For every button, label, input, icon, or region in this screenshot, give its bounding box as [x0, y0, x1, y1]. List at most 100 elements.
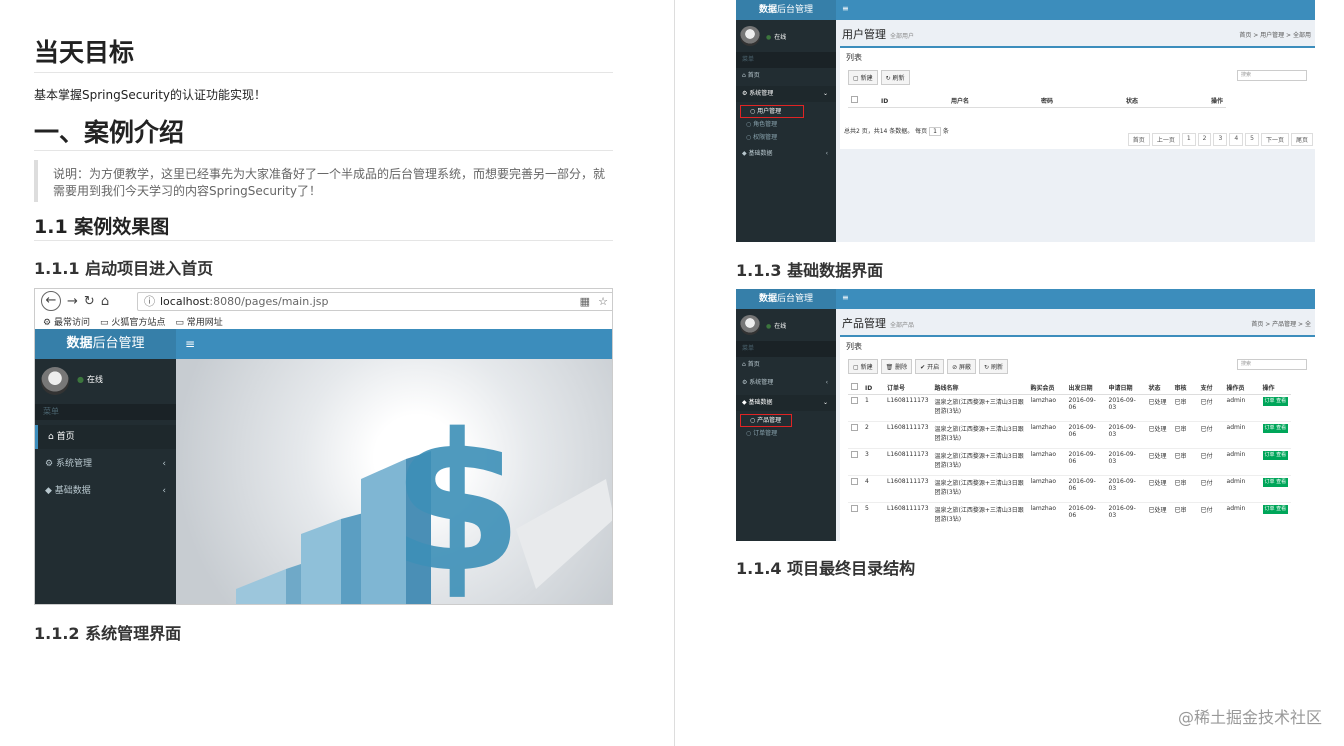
- box-title: 列表: [846, 53, 862, 62]
- cell-state: 已处理: [1145, 394, 1172, 422]
- column-operator[interactable]: 操作员: [1223, 381, 1260, 395]
- block-button[interactable]: ⊘ 屏蔽: [947, 359, 977, 374]
- sidebar-item-basic-data[interactable]: ◆ 基础数据 ‹: [35, 479, 176, 503]
- users-table: ID 用户名 密码 状态 操作: [848, 94, 1227, 108]
- online-status: 在线: [766, 321, 786, 330]
- row-checkbox[interactable]: [851, 397, 858, 404]
- bookmark-common[interactable]: ▭ 常用网址: [175, 315, 222, 328]
- bookmarks-bar: ⚙ 最常访问 ▭ 火狐官方站点 ▭ 常用网址: [35, 313, 612, 329]
- sidebar-item-home[interactable]: ⌂ 首页: [35, 425, 176, 449]
- info-icon: ⓘ: [144, 295, 155, 308]
- column-order-no[interactable]: 订单号: [884, 381, 932, 395]
- search-input[interactable]: 搜索: [1237, 70, 1307, 81]
- sidebar-item-roles[interactable]: 角色管理: [736, 118, 836, 131]
- sidebar-item-basic-data[interactable]: ◆ 基础数据 ‹: [736, 146, 836, 162]
- cell-route: 温泉之旅(江西婺源+三清山3日跟团游(3钻): [931, 475, 1028, 503]
- bookmark-firefox[interactable]: ▭ 火狐官方站点: [100, 315, 165, 328]
- column-status[interactable]: 状态: [1123, 94, 1208, 108]
- left-page: 当天目标 基本掌握SpringSecurity的认证功能实现！ 一、案例介绍 说…: [0, 0, 674, 746]
- per-page-select[interactable]: 1: [929, 127, 941, 136]
- order-view-button[interactable]: 订单 查看: [1262, 424, 1289, 433]
- column-id[interactable]: ID: [862, 381, 884, 395]
- page-5[interactable]: 5: [1245, 133, 1259, 146]
- sidebar-item-permissions[interactable]: 权限管理: [736, 131, 836, 144]
- page-4[interactable]: 4: [1229, 133, 1244, 146]
- gears-icon: ⚙: [45, 459, 56, 469]
- column-actions: 操作: [1208, 94, 1227, 108]
- column-password[interactable]: 密码: [1038, 94, 1123, 108]
- page-first[interactable]: 首页: [1127, 133, 1150, 146]
- column-username[interactable]: 用户名: [948, 94, 1038, 108]
- url-path: :8080/pages/main.jsp: [209, 295, 329, 308]
- toolbar: ▢ 新建 ↻ 刷新: [848, 70, 910, 85]
- reload-icon[interactable]: ↻: [84, 294, 95, 309]
- select-all-checkbox[interactable]: [851, 383, 858, 390]
- cell-app: 2016-09-03: [1105, 475, 1146, 503]
- qr-icon[interactable]: ▦: [580, 293, 590, 310]
- menu-toggle-icon[interactable]: ≡: [842, 4, 849, 13]
- new-button[interactable]: ▢ 新建: [848, 70, 878, 85]
- cell-pay: 已付: [1197, 448, 1224, 476]
- address-bar[interactable]: ⓘ localhost:8080/pages/main.jsp ▦ ☆: [137, 292, 612, 311]
- app-logo[interactable]: 数据后台管理: [736, 289, 836, 309]
- sidebar-item-basic-data[interactable]: ◆ 基础数据 ⌄: [736, 395, 836, 411]
- menu-toggle-icon[interactable]: ≡: [842, 293, 849, 302]
- refresh-button[interactable]: ↻ 刷新: [880, 70, 910, 85]
- app-logo[interactable]: 数据后台管理: [736, 0, 836, 20]
- cell-no: L1608111173: [884, 421, 932, 449]
- row-checkbox[interactable]: [851, 505, 858, 512]
- sidebar-item-home[interactable]: ⌂ 首页: [736, 357, 836, 373]
- sidebar-item-users[interactable]: 用户管理: [740, 105, 804, 118]
- sidebar-item-products[interactable]: 产品管理: [740, 414, 792, 427]
- column-route[interactable]: 路线名称: [931, 381, 1028, 395]
- cell-id: 4: [862, 475, 884, 503]
- column-id[interactable]: ID: [878, 94, 948, 108]
- row-checkbox[interactable]: [851, 478, 858, 485]
- cell-route: 温泉之旅(江西婺源+三清山3日跟团游(3钻): [931, 421, 1028, 449]
- row-checkbox[interactable]: [851, 424, 858, 431]
- column-state[interactable]: 状态: [1145, 381, 1172, 395]
- table-row: 2 L1608111173 温泉之旅(江西婺源+三清山3日跟团游(3钻) lamzha…: [848, 421, 1292, 449]
- page-next[interactable]: 下一页: [1260, 133, 1289, 146]
- order-view-button[interactable]: 订单 查看: [1262, 451, 1289, 460]
- search-input[interactable]: 搜索: [1237, 359, 1307, 370]
- star-icon[interactable]: ☆: [598, 293, 608, 310]
- page-2[interactable]: 2: [1197, 133, 1212, 146]
- page-last[interactable]: 尾页: [1290, 133, 1313, 146]
- page-3[interactable]: 3: [1213, 133, 1228, 146]
- sidebar-item-system[interactable]: ⚙ 系统管理 ‹: [35, 452, 176, 476]
- cell-audit: 已审: [1171, 421, 1198, 449]
- page-prev[interactable]: 上一页: [1151, 133, 1180, 146]
- column-departure[interactable]: 出发日期: [1065, 381, 1106, 395]
- select-all-checkbox[interactable]: [851, 96, 858, 103]
- online-status: 在线: [77, 374, 103, 385]
- row-checkbox[interactable]: [851, 451, 858, 458]
- new-button[interactable]: ▢ 新建: [848, 359, 878, 374]
- back-icon[interactable]: ←: [41, 291, 61, 311]
- app-logo[interactable]: 数据后台管理: [35, 329, 176, 359]
- cell-op: admin: [1223, 421, 1260, 449]
- cell-op: admin: [1223, 394, 1260, 422]
- column-member[interactable]: 购买会员: [1027, 381, 1066, 395]
- refresh-button[interactable]: ↻ 刷新: [979, 359, 1008, 374]
- menu-toggle-icon[interactable]: ≡: [185, 337, 195, 351]
- order-view-button[interactable]: 订单 查看: [1262, 478, 1289, 487]
- column-pay[interactable]: 支付: [1197, 381, 1224, 395]
- avatar: [740, 315, 760, 335]
- order-view-button[interactable]: 订单 查看: [1262, 505, 1289, 514]
- forward-icon[interactable]: →: [67, 294, 78, 309]
- sidebar-item-system[interactable]: ⚙ 系统管理 ⌄: [736, 86, 836, 102]
- sidebar-item-home[interactable]: ⌂ 首页: [736, 68, 836, 84]
- enable-button[interactable]: ✔ 开启: [915, 359, 945, 374]
- column-audit[interactable]: 审核: [1171, 381, 1198, 395]
- sidebar-item-orders[interactable]: 订单管理: [736, 427, 836, 440]
- order-view-button[interactable]: 订单 查看: [1262, 397, 1289, 406]
- cell-id: 3: [862, 448, 884, 476]
- page-1[interactable]: 1: [1181, 133, 1196, 146]
- nav-header: 菜单: [736, 52, 836, 68]
- delete-button[interactable]: 🗑 删除: [880, 359, 913, 374]
- bookmark-most-visited[interactable]: ⚙ 最常访问: [43, 315, 90, 328]
- sidebar-item-system[interactable]: ⚙ 系统管理 ‹: [736, 375, 836, 391]
- column-apply-date[interactable]: 申请日期: [1105, 381, 1146, 395]
- home-icon[interactable]: ⌂: [101, 294, 109, 309]
